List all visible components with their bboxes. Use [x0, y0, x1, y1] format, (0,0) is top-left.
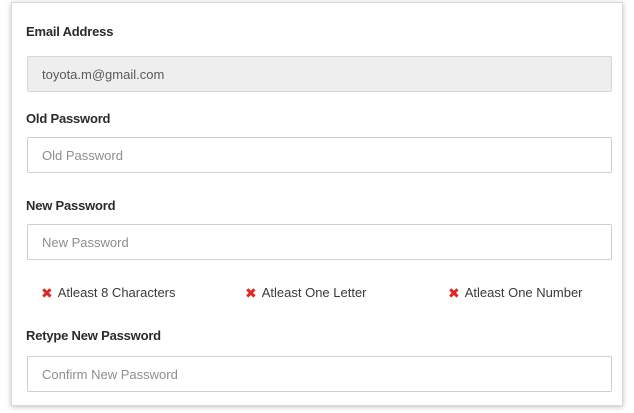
- x-icon: ✖: [41, 284, 53, 301]
- requirement-number-text: Atleast One Number: [464, 285, 583, 300]
- x-icon: ✖: [245, 284, 257, 301]
- email-label: Email Address: [26, 24, 114, 39]
- requirement-number: ✖ Atleast One Number: [448, 285, 583, 300]
- retype-password-label: Retype New Password: [26, 328, 161, 343]
- requirement-min-length: ✖ Atleast 8 Characters: [41, 285, 176, 300]
- requirement-letter-text: Atleast One Letter: [261, 285, 367, 300]
- x-icon: ✖: [448, 284, 460, 301]
- email-field[interactable]: [27, 56, 612, 92]
- new-password-field[interactable]: [27, 224, 612, 260]
- requirement-letter: ✖ Atleast One Letter: [245, 285, 367, 300]
- confirm-password-field[interactable]: [27, 356, 612, 392]
- old-password-field[interactable]: [27, 137, 612, 173]
- old-password-label: Old Password: [26, 111, 111, 126]
- new-password-label: New Password: [26, 198, 116, 213]
- requirement-min-length-text: Atleast 8 Characters: [57, 285, 176, 300]
- change-password-form: Email Address Old Password New Password …: [11, 2, 623, 406]
